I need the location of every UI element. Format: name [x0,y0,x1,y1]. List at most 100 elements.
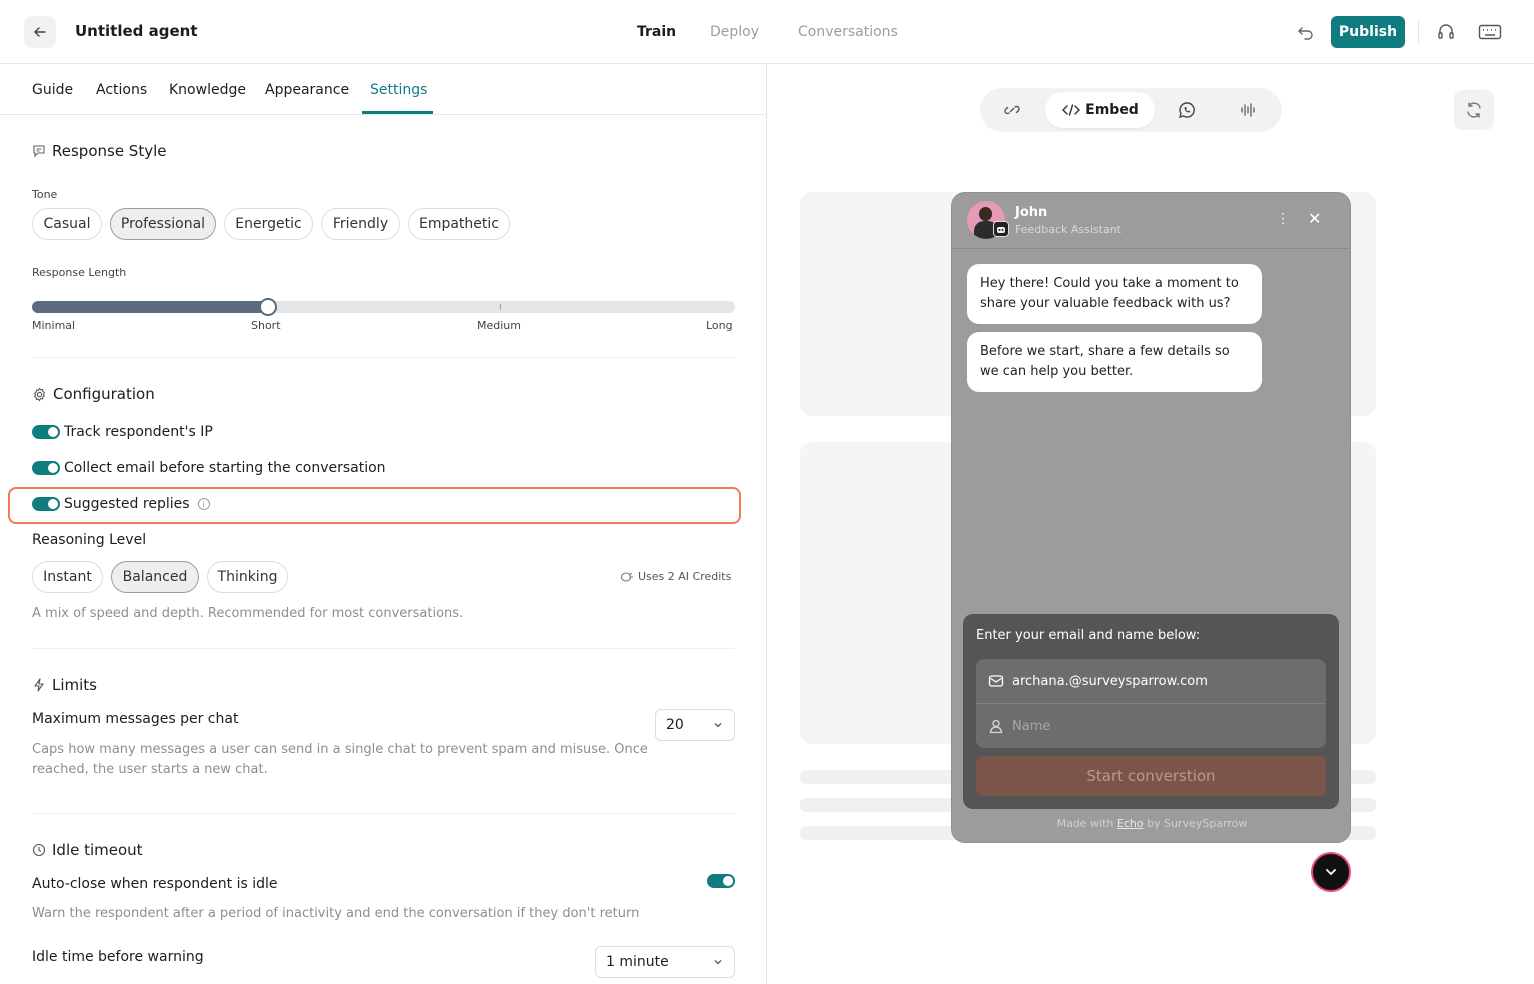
publish-button[interactable]: Publish [1331,16,1405,48]
tab-deploy[interactable]: Deploy [710,24,759,40]
refresh-preview-button[interactable] [1454,90,1494,130]
track-ip-toggle[interactable] [32,425,60,439]
preview-panel: Embed John Feedback Assistant ⋮ ✕ Hey th… [768,64,1534,984]
sub-tabs: Guide Actions Knowledge Appearance Setti… [0,64,766,115]
voice-mode-button[interactable] [1224,92,1272,128]
tab-conversations[interactable]: Conversations [798,24,898,40]
length-short: Short [251,319,281,332]
reasoning-balanced[interactable]: Balanced [111,561,199,593]
undo-button[interactable] [1296,22,1316,42]
chat-bubble-icon [33,145,45,158]
section-divider [32,357,735,358]
chevron-down-icon [714,723,722,728]
autoclose-description: Warn the respondent after a period of in… [32,906,640,921]
subtab-appearance[interactable]: Appearance [265,82,349,98]
length-minimal: Minimal [32,319,76,332]
email-value: archana.@surveysparrow.com [1012,673,1208,689]
bot-badge-icon [993,221,1009,237]
configuration-heading: Configuration [32,385,155,403]
refresh-icon [1467,102,1481,118]
embed-mode-button[interactable]: Embed [1045,92,1155,128]
response-style-heading: Response Style [32,142,167,160]
idle-timeout-heading: Idle timeout [32,841,143,859]
autoclose-label: Auto-close when respondent is idle [32,876,278,892]
slider-tick-medium [500,304,501,310]
widget-footer: Made with Echo by SurveySparrow [952,817,1350,830]
reasoning-description: A mix of speed and depth. Recommended fo… [32,606,464,621]
agent-role: Feedback Assistant [1015,223,1121,236]
whatsapp-mode-button[interactable] [1163,92,1211,128]
max-messages-label: Maximum messages per chat [32,711,239,727]
more-options-icon[interactable]: ⋮ [1276,211,1290,227]
max-messages-value: 20 [666,717,684,733]
tone-energetic[interactable]: Energetic [224,208,313,240]
start-conversation-button[interactable]: Start converstion [976,756,1326,796]
back-button[interactable] [24,16,56,48]
footer-link[interactable]: Echo [1117,817,1144,830]
track-ip-label: Track respondent's IP [64,424,213,440]
autoclose-toggle[interactable] [707,874,735,888]
deploy-mode-switcher: Embed [980,88,1282,132]
tone-professional[interactable]: Professional [110,208,216,240]
name-placeholder: Name [1012,718,1051,734]
lead-capture-form: Enter your email and name below: archana… [963,614,1339,809]
tone-empathetic[interactable]: Empathetic [408,208,510,240]
undo-icon [1298,27,1313,40]
configuration-title: Configuration [53,385,155,403]
idle-warning-select[interactable]: 1 minute [595,946,735,978]
tone-friendly[interactable]: Friendly [321,208,400,240]
idle-timeout-title: Idle timeout [52,841,143,859]
section-divider [32,813,735,814]
support-button[interactable] [1436,22,1456,42]
chat-message: Hey there! Could you take a moment to sh… [967,264,1262,324]
collect-email-row: Collect email before starting the conver… [32,460,386,476]
limits-heading: Limits [32,676,97,694]
chat-message: Before we start, share a few details so … [967,332,1262,392]
lightning-icon [34,678,44,692]
suggested-replies-label: Suggested replies [64,496,190,512]
credits-icon [620,571,633,582]
ai-credits-note: Uses 2 AI Credits [620,570,731,583]
settings-panel: Guide Actions Knowledge Appearance Setti… [0,64,767,984]
slider-thumb[interactable] [259,298,277,316]
email-field[interactable]: archana.@surveysparrow.com [976,659,1326,703]
track-ip-row: Track respondent's IP [32,424,213,440]
scroll-down-button[interactable] [1311,852,1351,892]
max-messages-select[interactable]: 20 [655,709,735,741]
reasoning-thinking[interactable]: Thinking [207,561,288,593]
length-medium: Medium [477,319,521,332]
collect-email-label: Collect email before starting the conver… [64,460,386,476]
name-field[interactable]: Name [976,704,1326,748]
tone-casual[interactable]: Casual [32,208,102,240]
gear-icon [33,386,46,402]
mail-icon [988,675,1004,687]
reasoning-instant[interactable]: Instant [32,561,103,593]
clock-icon [32,843,46,857]
agent-name: John [1015,205,1048,220]
collect-email-toggle[interactable] [32,461,60,475]
slider-fill [32,301,269,313]
keyboard-icon [1478,24,1502,40]
top-bar: Untitled agent Train Deploy Conversation… [0,0,1534,64]
form-title: Enter your email and name below: [976,628,1201,643]
suggested-replies-toggle[interactable] [32,497,60,511]
footer-suffix: by SurveySparrow [1147,817,1248,830]
subtab-settings[interactable]: Settings [370,82,427,98]
keyboard-shortcuts-button[interactable] [1478,22,1502,42]
embed-label: Embed [1085,102,1139,118]
idle-warning-value: 1 minute [606,954,669,970]
widget-header: John Feedback Assistant ⋮ ✕ [952,193,1350,249]
info-icon[interactable]: i [197,498,210,510]
idle-warning-label: Idle time before warning [32,949,204,965]
close-icon[interactable]: ✕ [1308,209,1321,228]
subtab-guide[interactable]: Guide [32,82,73,98]
length-long: Long [706,319,733,332]
subtab-actions[interactable]: Actions [96,82,147,98]
arrow-left-icon [34,27,46,37]
limits-title: Limits [52,676,97,694]
suggested-replies-row: Suggested replies i [32,496,210,512]
link-mode-button[interactable] [988,92,1036,128]
subtab-knowledge[interactable]: Knowledge [169,82,246,98]
tone-label: Tone [32,188,58,201]
tab-train[interactable]: Train [637,24,676,40]
